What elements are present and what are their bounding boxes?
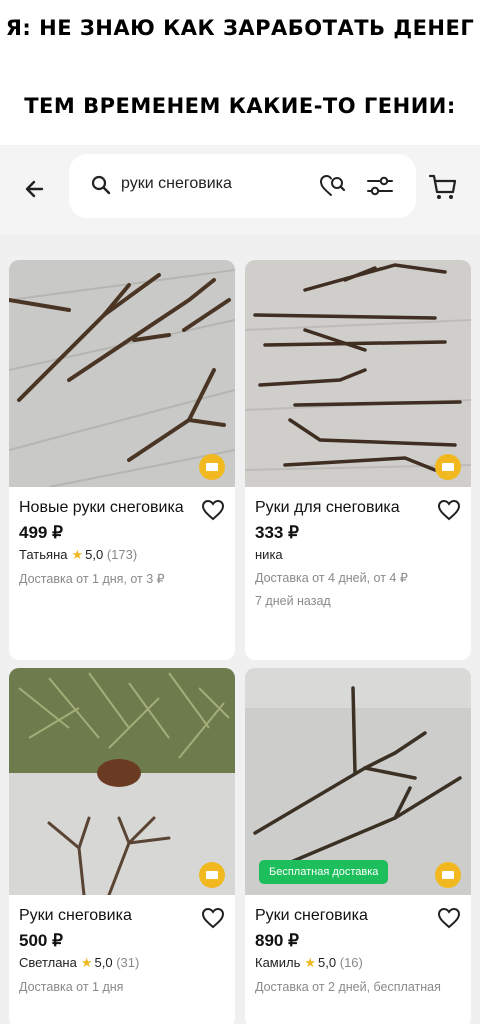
search-icon	[91, 175, 111, 195]
product-card[interactable]: Руки снеговика 500 ₽ Светлана ★ 5,0 (31) Д…	[9, 668, 235, 1024]
product-info: Руки для снеговика 333 ₽ ника Доставка о…	[255, 497, 461, 608]
star-icon: ★	[80, 955, 93, 970]
favorite-heart-icon[interactable]	[201, 499, 225, 521]
delivery-truck-icon	[435, 454, 461, 480]
product-title: Руки снеговика	[19, 907, 132, 924]
search-header: руки снеговика	[0, 145, 480, 235]
cart-icon[interactable]	[428, 172, 458, 202]
product-title: Руки для снеговика	[255, 499, 400, 516]
delivery-info: Доставка от 4 дней, от 4 ₽	[255, 571, 408, 585]
product-card[interactable]: Новые руки снеговика 499 ₽ Татьяна ★ 5,0 (…	[9, 260, 235, 660]
filter-icon[interactable]	[365, 173, 395, 199]
star-icon: ★	[71, 547, 84, 562]
saved-search-icon[interactable]	[319, 173, 347, 199]
search-input[interactable]: руки снеговика	[69, 154, 416, 218]
meme-caption-bottom: ТЕМ ВРЕМЕНЕМ КАКИЕ-ТО ГЕНИИ:	[24, 94, 456, 118]
product-price: 333 ₽	[255, 523, 299, 542]
product-info: Руки снеговика 890 ₽ Камиль ★ 5,0 (16) Дос…	[255, 905, 461, 997]
seller-rating: 5,0	[94, 955, 113, 970]
delivery-truck-icon	[435, 862, 461, 888]
marketplace-app: руки снеговика Новые руки снеговика 499 …	[0, 145, 480, 1024]
favorite-heart-icon[interactable]	[437, 907, 461, 929]
review-count: (31)	[116, 955, 140, 970]
product-price: 500 ₽	[19, 931, 63, 950]
seller-name: Камиль	[255, 955, 301, 970]
seller-rating: 5,0	[318, 955, 337, 970]
review-count: (173)	[106, 547, 138, 562]
product-title: Новые руки снеговика	[19, 499, 184, 516]
search-query: руки снеговика	[121, 175, 232, 192]
seller-name: ника	[255, 547, 283, 562]
product-price: 499 ₽	[19, 523, 63, 542]
free-delivery-badge: Бесплатная доставка	[259, 860, 389, 884]
product-photo[interactable]: Бесплатная доставка	[245, 668, 471, 895]
product-photo[interactable]	[9, 668, 235, 895]
product-card[interactable]: Руки для снеговика 333 ₽ ника Доставка о…	[245, 260, 471, 660]
delivery-info: Доставка от 1 дня	[19, 980, 124, 994]
posted-time: 7 дней назад	[255, 594, 331, 608]
seller-line: Камиль ★ 5,0 (16)	[255, 955, 461, 971]
seller-line: ника	[255, 547, 461, 562]
product-photo[interactable]	[9, 260, 235, 487]
delivery-truck-icon	[199, 454, 225, 480]
twigs-under-pine-image	[9, 668, 235, 895]
seller-rating: 5,0	[85, 547, 104, 562]
product-info: Новые руки снеговика 499 ₽ Татьяна ★ 5,0 (…	[19, 497, 225, 589]
back-arrow-icon[interactable]	[20, 173, 52, 205]
seller-line: Светлана ★ 5,0 (31)	[19, 955, 225, 971]
favorite-heart-icon[interactable]	[437, 499, 461, 521]
seller-name: Светлана	[19, 955, 77, 970]
product-info: Руки снеговика 500 ₽ Светлана ★ 5,0 (31) Д…	[19, 905, 225, 997]
star-icon: ★	[304, 955, 317, 970]
product-photo[interactable]	[245, 260, 471, 487]
product-card[interactable]: Бесплатная доставка Руки снеговика 890 ₽…	[245, 668, 471, 1024]
product-price: 890 ₽	[255, 931, 299, 950]
delivery-info: Доставка от 2 дней, бесплатная	[255, 980, 441, 994]
seller-name: Татьяна	[19, 547, 68, 562]
review-count: (16)	[339, 955, 363, 970]
product-title: Руки снеговика	[255, 907, 368, 924]
meme-caption-top: Я: НЕ ЗНАЮ КАК ЗАРАБОТАТЬ ДЕНЕГ	[5, 16, 475, 40]
sticks-on-laminate-image	[9, 260, 235, 487]
delivery-info: Доставка от 1 дня, от 3 ₽	[19, 572, 165, 586]
favorite-heart-icon[interactable]	[201, 907, 225, 929]
delivery-truck-icon	[199, 862, 225, 888]
seller-line: Татьяна ★ 5,0 (173)	[19, 547, 225, 563]
sticks-on-laminate-image	[245, 260, 471, 487]
